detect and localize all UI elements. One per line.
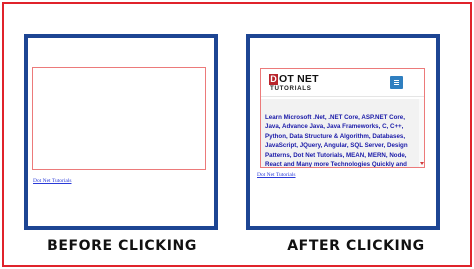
logo-letter-box: D xyxy=(269,74,278,85)
loaded-iframe[interactable]: D OT NET TUTORIALS Learn Microsoft .Net,… xyxy=(260,68,425,168)
site-content: Learn Microsoft .Net, .NET Core, ASP.NET… xyxy=(261,99,424,168)
before-caption: BEFORE CLICKING xyxy=(47,238,197,254)
site-description-text: Learn Microsoft .Net, .NET Core, ASP.NET… xyxy=(265,114,408,168)
iframe-scrollbar[interactable] xyxy=(419,99,424,167)
logo-bottom-text: TUTORIALS xyxy=(270,85,312,92)
before-browser-panel: Dot Net Tutorials xyxy=(24,34,218,230)
scroll-down-arrow-icon[interactable] xyxy=(420,162,424,165)
dot-net-tutorials-link[interactable]: Dot Net Tutorials xyxy=(33,178,72,184)
site-logo[interactable]: D OT NET TUTORIALS xyxy=(269,72,329,94)
empty-iframe xyxy=(32,67,206,170)
site-header: D OT NET TUTORIALS xyxy=(261,69,424,97)
after-caption: AFTER CLICKING xyxy=(287,238,425,254)
after-browser-panel: D OT NET TUTORIALS Learn Microsoft .Net,… xyxy=(246,34,440,230)
hamburger-menu-icon[interactable] xyxy=(390,76,403,89)
dot-net-tutorials-link[interactable]: Dot Net Tutorials xyxy=(257,172,296,178)
